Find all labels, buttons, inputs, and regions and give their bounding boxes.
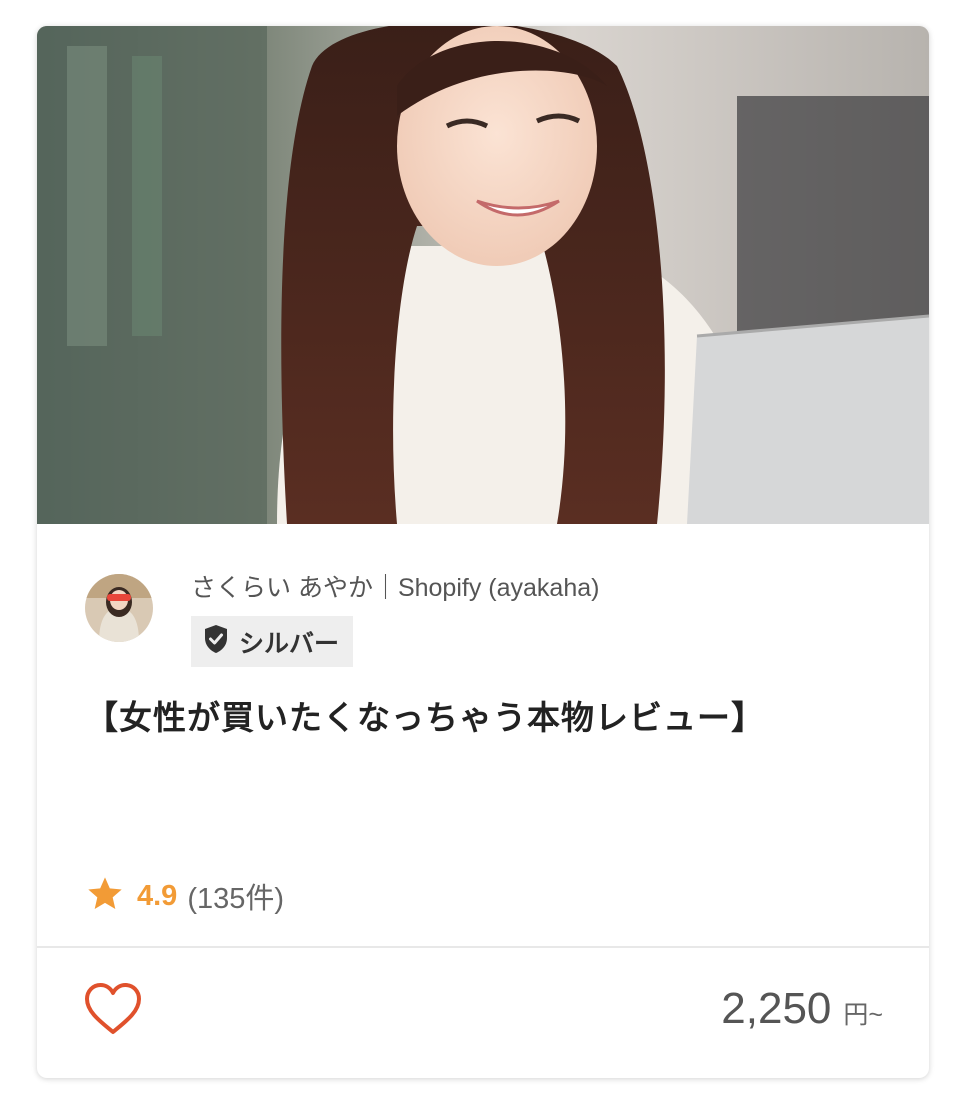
service-card[interactable]: さくらい あやか｜Shopify (ayakaha) シルバー 【女性が買いたく… <box>37 26 929 1078</box>
seller-name[interactable]: さくらい あやか｜Shopify (ayakaha) <box>191 572 599 604</box>
service-title[interactable]: 【女性が買いたくなっちゃう本物レビュー】 <box>85 688 825 748</box>
rank-label: シルバー <box>239 629 340 658</box>
rating-count: (135件) <box>187 883 285 915</box>
shield-check-icon <box>203 624 229 659</box>
service-price: 2,250 円~ <box>721 984 883 1034</box>
price-unit: 円~ <box>843 1001 883 1029</box>
seller-info: さくらい あやか｜Shopify (ayakaha) シルバー <box>85 572 865 667</box>
seller-avatar[interactable] <box>85 574 153 642</box>
rating-value: 4.9 <box>137 879 178 912</box>
heart-outline-icon[interactable] <box>83 983 143 1040</box>
favorite-button[interactable] <box>83 982 143 1036</box>
seller-rank-badge: シルバー <box>191 616 354 667</box>
star-icon <box>85 874 125 919</box>
service-rating: 4.9 (135件) <box>85 874 284 918</box>
service-thumbnail-image[interactable] <box>37 26 929 524</box>
price-amount: 2,250 <box>721 984 832 1033</box>
card-divider <box>37 946 929 948</box>
